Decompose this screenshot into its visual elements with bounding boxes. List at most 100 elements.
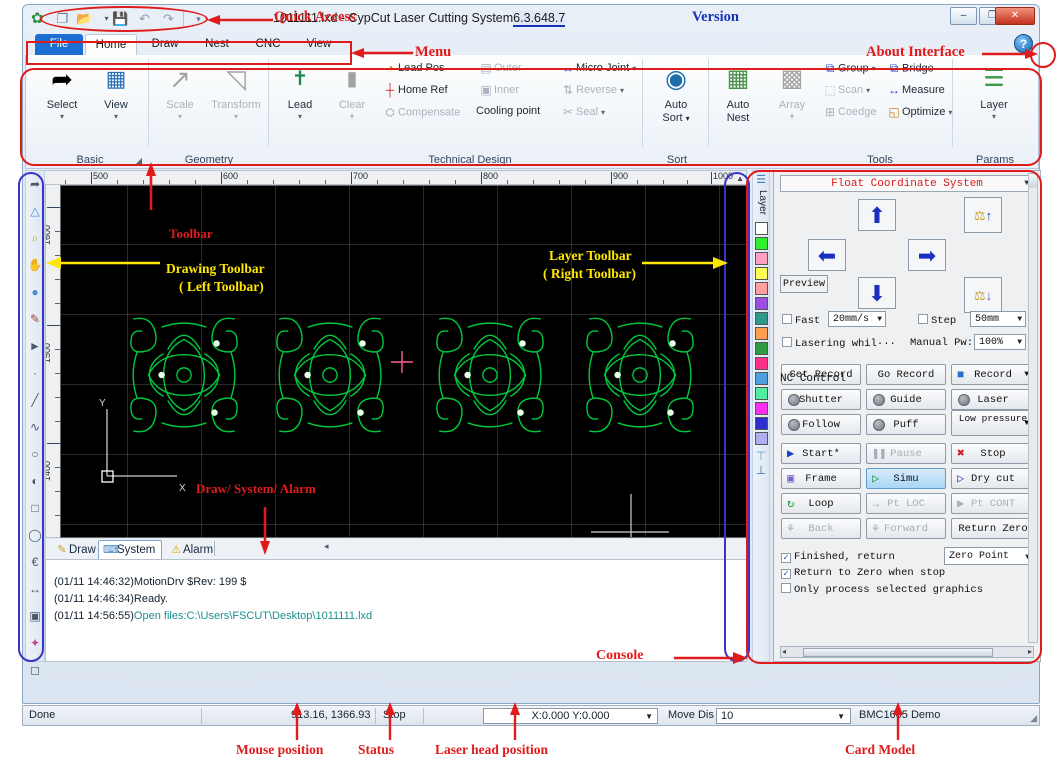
layer-toolbar-top-icon[interactable]: ☰ <box>753 173 769 186</box>
view-button[interactable]: ▦ View ▾ <box>90 59 142 121</box>
auto-sort-button[interactable]: ◉ Auto Sort ▾ <box>650 59 702 125</box>
layer-swatch[interactable] <box>754 297 768 310</box>
step-size-combo[interactable]: 50mm ▼ <box>970 311 1026 327</box>
tab-nest[interactable]: Nest <box>193 34 241 55</box>
arc-tool-icon[interactable]: ◐ <box>26 468 44 495</box>
clear-dropdown-icon[interactable]: ▾ <box>326 112 378 121</box>
motif-shape[interactable] <box>269 308 391 442</box>
jog-left-button[interactable]: ⬅ <box>808 239 846 271</box>
compensate-button[interactable]: ⛭ Compensate <box>382 105 460 125</box>
align-top-icon[interactable]: ⊤ <box>753 449 769 463</box>
lead-pos-button[interactable]: ◔ Lead Pos <box>382 61 444 81</box>
basic-dialog-launcher-icon[interactable]: ◢ <box>136 156 142 165</box>
jog-right-button[interactable]: ➡ <box>908 239 946 271</box>
motif-shape[interactable] <box>579 308 701 442</box>
pause-button[interactable]: ❚❚ Pause <box>866 443 946 464</box>
layer-swatch[interactable] <box>754 237 768 250</box>
tab-draw[interactable]: Draw <box>141 34 189 55</box>
lasering-while-checkbox[interactable]: Lasering whil··· <box>782 337 896 350</box>
finished-return-checkbox[interactable]: ✓ Finished, return <box>781 551 895 563</box>
layer-params-button[interactable]: ☰ Layer ▾ <box>968 59 1020 121</box>
view-dropdown-icon[interactable]: ▾ <box>90 112 142 121</box>
polyline-tool-icon[interactable]: ∿ <box>26 414 44 441</box>
return-zero-when-stop-checkbox[interactable]: ✓ Return to Zero when stop <box>781 567 945 579</box>
back-button[interactable]: ⚘ Back <box>781 518 861 539</box>
line-tool-icon[interactable]: ╱ <box>26 387 44 414</box>
undo-icon[interactable]: ↶ <box>135 10 154 28</box>
move-dis-input[interactable]: 10 ▼ <box>716 708 851 724</box>
layer-swatch[interactable] <box>754 432 768 445</box>
help-about-icon[interactable]: ? <box>1014 34 1033 53</box>
reverse-button[interactable]: ⇅ Reverse ▾ <box>560 83 624 103</box>
jog-up-button[interactable]: ⬆ <box>858 199 896 231</box>
vertical-ruler[interactable]: 1600 1500 1400 <box>45 185 60 538</box>
outer-button[interactable]: ▤ Outer <box>478 61 521 81</box>
layer-swatch[interactable] <box>754 357 768 370</box>
preview-button[interactable]: Preview <box>780 275 828 293</box>
measure-button[interactable]: ↔ Measure <box>886 83 945 103</box>
fast-speed-combo[interactable]: 20mm/s ▼ <box>828 311 886 327</box>
only-process-selected-checkbox[interactable]: Only process selected graphics <box>781 583 983 596</box>
zero-point-combo[interactable]: Zero Point▼ <box>944 547 1034 565</box>
layer-swatch[interactable] <box>754 372 768 385</box>
wand-tool-icon[interactable]: ✦ <box>26 630 44 657</box>
save-icon[interactable]: 💾 <box>111 10 130 28</box>
laser-head-position-combo[interactable]: X:0.000 Y:0.000 ▼ <box>483 708 658 724</box>
lead-button[interactable]: ✝ Lead ▾ <box>274 59 326 121</box>
close-button[interactable]: ✕ <box>995 7 1035 25</box>
layer-swatch[interactable] <box>754 282 768 295</box>
start-button[interactable]: ▶ Start* <box>781 443 861 464</box>
layer-swatch[interactable] <box>754 402 768 415</box>
pointer-tool-icon[interactable]: ► <box>26 333 44 360</box>
guide-button[interactable]: Guide <box>866 389 946 410</box>
layer-swatch[interactable] <box>754 222 768 235</box>
follow-button[interactable]: Follow <box>781 414 861 435</box>
scale-dropdown-icon[interactable]: ▾ <box>154 112 206 121</box>
drawing-canvas[interactable]: Y X Toolbar Drawing Toolbar ( Left Toolb… <box>60 185 747 538</box>
group-button[interactable]: ⧉ Group ▾ <box>822 61 876 81</box>
horizontal-ruler[interactable]: 500 600 700 800 900 1000 ▲ <box>45 170 747 185</box>
select-dropdown-icon[interactable]: ▾ <box>36 112 88 121</box>
shutter-button[interactable]: Shutter <box>781 389 861 410</box>
coordinate-system-combo[interactable]: Float Coordinate System ▼ <box>780 175 1034 192</box>
console-output[interactable]: (01/11 14:46:32)MotionDrv $Rev: 199 $ (0… <box>45 559 747 662</box>
rect-tool-icon[interactable]: □ <box>26 495 44 522</box>
panel-vertical-scrollbar[interactable] <box>1028 173 1038 643</box>
tab-home[interactable]: Home <box>85 34 137 55</box>
cooling-point-button[interactable]: Cooling point <box>476 105 540 125</box>
layer-swatch[interactable] <box>754 387 768 400</box>
forward-button[interactable]: ⚘ Forward <box>866 518 946 539</box>
layer-swatch[interactable] <box>754 252 768 265</box>
pt-loc-button[interactable]: → Pt LOC <box>866 493 946 514</box>
bridge-button[interactable]: ⧉ Bridge <box>886 61 934 81</box>
transform-button[interactable]: ◹ Transform ▾ <box>206 59 266 121</box>
pt-cont-button[interactable]: ▶ Pt CONT <box>951 493 1035 514</box>
auto-sort-dropdown-icon[interactable]: ▾ <box>686 114 690 123</box>
nozzle-up-button[interactable]: ⚖↑ <box>964 197 1002 233</box>
redo-icon[interactable]: ↷ <box>159 10 178 28</box>
tab-cnc[interactable]: CNC <box>245 34 291 55</box>
circle-tool-icon[interactable]: ○ <box>26 441 44 468</box>
resize-grip-icon[interactable]: ◢ <box>1030 713 1037 724</box>
chevron-down-icon[interactable]: ▼ <box>1017 335 1022 350</box>
transform-dropdown-icon[interactable]: ▾ <box>206 112 266 121</box>
scan-dropdown-icon[interactable]: ▾ <box>866 86 870 95</box>
align-bottom-icon[interactable]: ⊥ <box>753 463 769 477</box>
low-pressure-button[interactable]: Low pressure ▼ <box>951 410 1035 436</box>
stop-button[interactable]: ✖ Stop <box>951 443 1035 464</box>
tab-alarm-panel[interactable]: ⚠ Alarm <box>164 540 220 559</box>
chevron-down-icon[interactable]: ▼ <box>1017 312 1022 327</box>
tab-file[interactable]: File <box>35 34 83 55</box>
dry-cut-button[interactable]: ▷ Dry cut <box>951 468 1035 489</box>
reverse-dropdown-icon[interactable]: ▾ <box>620 86 624 95</box>
home-ref-button[interactable]: ┼ Home Ref <box>382 83 448 103</box>
micro-joint-button[interactable]: ↔ Micro Joint ▾ <box>560 61 636 81</box>
fast-checkbox[interactable]: Fast <box>782 314 820 327</box>
page-tool-icon[interactable]: ◻ <box>26 657 44 684</box>
inner-button[interactable]: ▣ Inner <box>478 83 519 103</box>
layer-swatch[interactable] <box>754 267 768 280</box>
seal-button[interactable]: ✂ Seal ▾ <box>560 105 605 125</box>
optimize-button[interactable]: ◱ Optimize ▾ <box>886 105 952 125</box>
pan-tool-icon[interactable]: ✋ <box>26 252 44 279</box>
layer-swatch[interactable] <box>754 342 768 355</box>
